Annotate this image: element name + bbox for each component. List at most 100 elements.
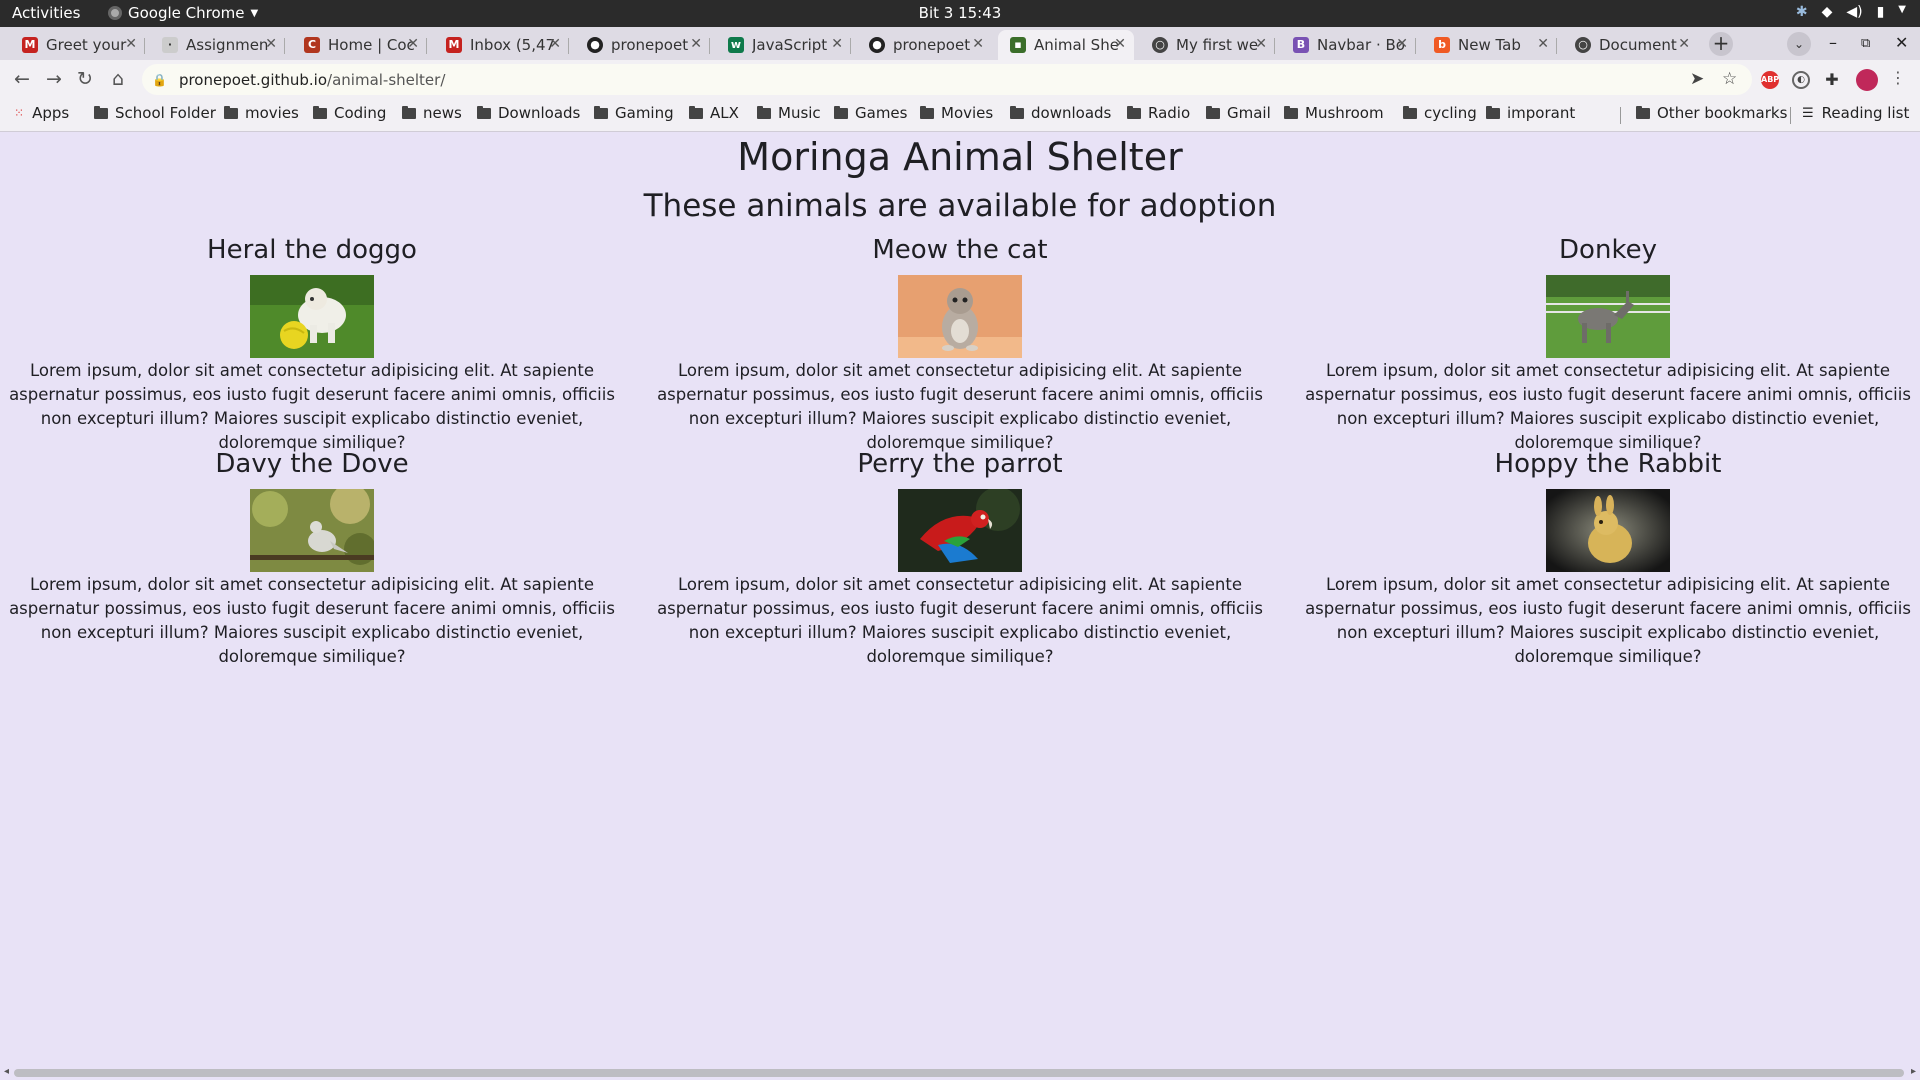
bookmark-folder[interactable]: Downloads bbox=[477, 104, 580, 122]
power-menu-icon[interactable]: ▼ bbox=[1898, 4, 1906, 20]
apps-grid-icon: ⁙ bbox=[14, 106, 25, 120]
close-icon[interactable]: ✕ bbox=[1255, 36, 1267, 52]
bookmark-star-icon[interactable]: ☆ bbox=[1722, 69, 1737, 89]
bookmark-apps[interactable]: ⁙ Apps bbox=[14, 104, 69, 122]
bookmark-folder[interactable]: imporant bbox=[1486, 104, 1575, 122]
close-icon[interactable]: ✕ bbox=[407, 36, 419, 52]
tab[interactable]: M Greet your ✕ bbox=[10, 30, 145, 60]
slack-icon[interactable]: ✱ bbox=[1796, 4, 1808, 20]
close-icon[interactable]: ✕ bbox=[972, 36, 984, 52]
tab[interactable]: C Home | Coc ✕ bbox=[292, 30, 427, 60]
bookmark-label: Mushroom bbox=[1305, 104, 1384, 122]
bookmark-folder[interactable]: Coding bbox=[313, 104, 386, 122]
close-icon[interactable]: ✕ bbox=[1114, 36, 1126, 52]
close-icon[interactable]: ✕ bbox=[125, 36, 137, 52]
reading-list-button[interactable]: ☰ Reading list bbox=[1802, 104, 1909, 122]
close-icon[interactable]: ✕ bbox=[1537, 36, 1549, 52]
codewars-icon: C bbox=[304, 37, 320, 53]
web-page: Moringa Animal Shelter These animals are… bbox=[0, 133, 1920, 1065]
bookmark-other[interactable]: Other bookmarks bbox=[1636, 104, 1787, 122]
bookmark-folder[interactable]: ALX bbox=[689, 104, 739, 122]
tab[interactable]: ● pronepoet ✕ bbox=[575, 30, 710, 60]
close-icon[interactable]: ✕ bbox=[1678, 36, 1690, 52]
bookmark-folder[interactable]: Music bbox=[757, 104, 821, 122]
brave-icon: b bbox=[1434, 37, 1450, 53]
clock[interactable]: Bit 3 15:43 bbox=[0, 4, 1920, 22]
folder-icon bbox=[1403, 105, 1417, 119]
bookmark-folder[interactable]: Radio bbox=[1127, 104, 1190, 122]
bookmark-label: Downloads bbox=[498, 104, 581, 122]
app-menu[interactable]: Google Chrome ▼ bbox=[108, 4, 258, 22]
wifi-icon[interactable]: ◆ bbox=[1822, 4, 1833, 20]
reload-icon[interactable]: ↻ bbox=[73, 68, 97, 90]
reading-list-icon: ☰ bbox=[1802, 105, 1814, 121]
animal-card: Meow the cat Lorem ipsum, dolor sit amet… bbox=[649, 232, 1271, 455]
close-icon[interactable]: ✕ bbox=[265, 36, 277, 52]
animal-card: Donkey Lorem ipsum, dolor sit amet conse… bbox=[1297, 232, 1919, 455]
profile-avatar[interactable] bbox=[1856, 69, 1878, 91]
folder-icon bbox=[1127, 105, 1141, 119]
tab[interactable]: w JavaScript ✕ bbox=[716, 30, 851, 60]
js-icon: w bbox=[728, 37, 744, 53]
donkey-photo bbox=[1546, 275, 1670, 358]
animal-description: Lorem ipsum, dolor sit amet consectetur … bbox=[9, 575, 615, 666]
bookmark-label: Reading list bbox=[1821, 104, 1910, 122]
tab[interactable]: ● pronepoet ✕ bbox=[857, 30, 992, 60]
scroll-left-icon[interactable]: ◂ bbox=[4, 1066, 9, 1077]
url-path: /animal-shelter/ bbox=[327, 70, 446, 89]
animal-name: Perry the parrot bbox=[857, 449, 1063, 479]
restore-icon[interactable]: ⧉ bbox=[1861, 36, 1870, 51]
home-icon[interactable]: ⌂ bbox=[106, 68, 130, 90]
bookmark-folder[interactable]: movies bbox=[224, 104, 299, 122]
battery-icon[interactable]: ▮ bbox=[1877, 4, 1885, 20]
system-top-bar: Activities Google Chrome ▼ Bit 3 15:43 ✱… bbox=[0, 0, 1920, 27]
puzzle-extensions-icon[interactable]: ✚ bbox=[1823, 71, 1841, 89]
bookmark-folder[interactable]: School Folder bbox=[94, 104, 216, 122]
tab[interactable]: ○ My first we ✕ bbox=[1140, 30, 1275, 60]
close-icon[interactable]: ✕ bbox=[549, 36, 561, 52]
extension-icon[interactable]: ◐ bbox=[1792, 71, 1810, 89]
tab[interactable]: b New Tab ✕ bbox=[1422, 30, 1557, 60]
lock-icon[interactable]: 🔒 bbox=[152, 73, 167, 87]
scrollbar-thumb[interactable] bbox=[14, 1069, 1904, 1077]
tab[interactable]: M Inbox (5,47 ✕ bbox=[434, 30, 569, 60]
github-icon: ● bbox=[869, 37, 885, 53]
system-tray[interactable]: ✱ ◆ ◀) ▮ ▼ bbox=[1796, 4, 1906, 20]
address-bar[interactable]: 🔒 pronepoet.github.io/animal-shelter/ ➤ … bbox=[142, 64, 1752, 95]
close-icon[interactable]: ✕ bbox=[1396, 36, 1408, 52]
bookmark-folder[interactable]: Games bbox=[834, 104, 907, 122]
bookmark-folder[interactable]: Mushroom bbox=[1284, 104, 1384, 122]
cat-photo bbox=[898, 275, 1022, 358]
activities-button[interactable]: Activities bbox=[12, 4, 80, 22]
back-icon[interactable]: ← bbox=[10, 68, 34, 90]
menu-kebab-icon[interactable]: ⋮ bbox=[1886, 68, 1910, 87]
horizontal-scrollbar[interactable]: ◂ ▸ bbox=[0, 1065, 1920, 1080]
tab[interactable]: B Navbar · Bo ✕ bbox=[1281, 30, 1416, 60]
bookmark-folder[interactable]: Gaming bbox=[594, 104, 674, 122]
bookmark-folder[interactable]: cycling bbox=[1403, 104, 1477, 122]
tab-active[interactable]: ▪ Animal She ✕ bbox=[998, 30, 1134, 60]
scroll-right-icon[interactable]: ▸ bbox=[1911, 1066, 1916, 1077]
window-close-icon[interactable]: ✕ bbox=[1895, 33, 1908, 52]
tab[interactable]: ○ Document ✕ bbox=[1563, 30, 1698, 60]
send-tab-icon[interactable]: ➤ bbox=[1690, 69, 1704, 89]
animal-card: Heral the doggo Lorem ipsum, dolor sit a… bbox=[1, 232, 623, 455]
close-icon[interactable]: ✕ bbox=[831, 36, 843, 52]
volume-icon[interactable]: ◀) bbox=[1846, 4, 1862, 20]
tab[interactable]: · Assignmen ✕ bbox=[150, 30, 285, 60]
forward-icon[interactable]: → bbox=[42, 68, 66, 90]
folder-icon bbox=[1486, 105, 1500, 119]
bookmark-folder[interactable]: news bbox=[402, 104, 462, 122]
bookmark-folder[interactable]: downloads bbox=[1010, 104, 1111, 122]
bookmark-folder[interactable]: Movies bbox=[920, 104, 993, 122]
minimize-icon[interactable]: – bbox=[1829, 33, 1837, 52]
bookmark-label: downloads bbox=[1031, 104, 1112, 122]
close-icon[interactable]: ✕ bbox=[690, 36, 702, 52]
tab-search-button[interactable]: ⌄ bbox=[1787, 32, 1811, 56]
animal-description: Lorem ipsum, dolor sit amet consectetur … bbox=[1305, 575, 1911, 666]
bookmark-folder[interactable]: Gmail bbox=[1206, 104, 1271, 122]
gmail-icon: M bbox=[22, 37, 38, 53]
bookmark-label: imporant bbox=[1507, 104, 1576, 122]
adblock-icon[interactable]: ABP bbox=[1761, 71, 1779, 89]
new-tab-button[interactable]: + bbox=[1709, 32, 1733, 56]
